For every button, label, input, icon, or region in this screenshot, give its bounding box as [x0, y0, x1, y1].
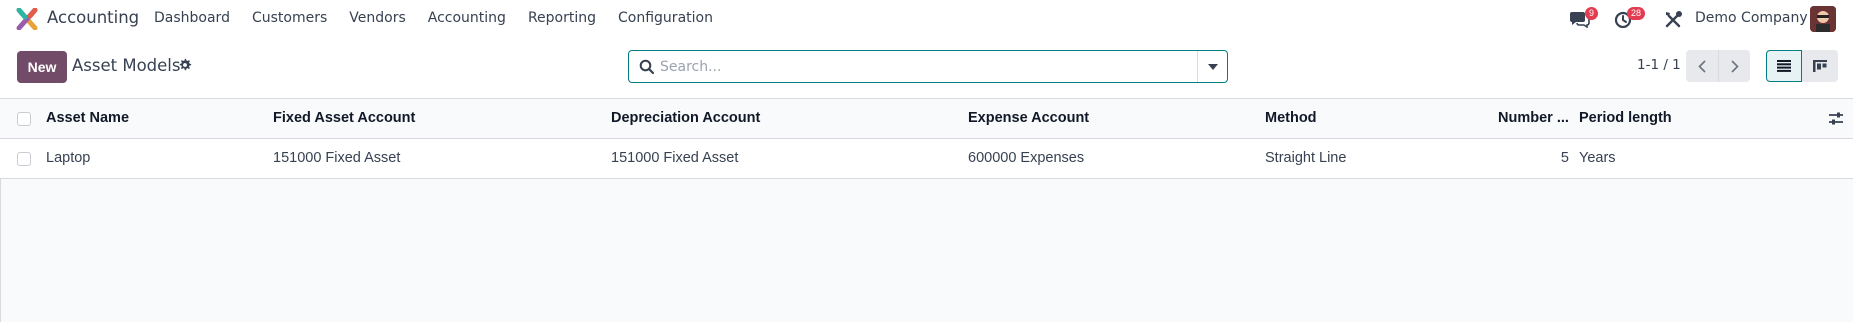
app-name[interactable]: Accounting [47, 8, 139, 27]
page-title: Asset Models [72, 56, 181, 75]
list-view-button[interactable] [1766, 50, 1802, 82]
menu-item-reporting[interactable]: Reporting [528, 10, 596, 26]
chevron-left-icon [1698, 59, 1706, 73]
pager-next-button[interactable] [1718, 50, 1750, 82]
menu-item-dashboard[interactable]: Dashboard [154, 10, 230, 26]
menu-item-customers[interactable]: Customers [252, 10, 327, 26]
cell-expense-account: 600000 Expenses [968, 150, 1085, 166]
column-header-asset-name[interactable]: Asset Name [46, 110, 129, 126]
search-input[interactable] [660, 55, 1180, 79]
main-menu: Dashboard Customers Vendors Accounting R… [154, 10, 735, 26]
search-options-toggle[interactable] [1197, 51, 1227, 82]
search-bar [628, 50, 1228, 83]
kanban-view-button[interactable] [1802, 50, 1838, 82]
new-button[interactable]: New [17, 51, 67, 83]
pager-previous-button[interactable] [1686, 50, 1718, 82]
kanban-view-icon [1813, 60, 1827, 72]
menu-item-configuration[interactable]: Configuration [618, 10, 713, 26]
row-checkbox[interactable] [17, 152, 31, 166]
cell-number: 5 [1560, 150, 1569, 166]
activities-badge: 28 [1627, 7, 1646, 20]
column-header-period-length[interactable]: Period length [1579, 110, 1672, 126]
messages-badge: 9 [1585, 7, 1599, 20]
column-header-depreciation-account[interactable]: Depreciation Account [611, 110, 760, 126]
gear-icon[interactable] [178, 58, 192, 72]
company-switcher[interactable]: Demo Company [1695, 10, 1808, 26]
control-panel: New Asset Models 1-1 / 1 [0, 38, 1853, 99]
top-navbar: Accounting Dashboard Customers Vendors A… [0, 0, 1853, 38]
table-row[interactable]: Laptop 151000 Fixed Asset 151000 Fixed A… [0, 139, 1853, 179]
list-view-icon [1777, 60, 1791, 72]
column-header-method[interactable]: Method [1265, 110, 1317, 126]
cell-asset-name: Laptop [46, 150, 91, 166]
optional-columns-icon[interactable] [1828, 111, 1844, 127]
column-header-expense-account[interactable]: Expense Account [968, 110, 1089, 126]
cell-fixed-asset-account: 151000 Fixed Asset [273, 150, 401, 166]
column-header-fixed-asset-account[interactable]: Fixed Asset Account [273, 110, 415, 126]
column-header-number[interactable]: Number ... [1498, 110, 1570, 126]
cell-method: Straight Line [1265, 150, 1347, 166]
app-logo-icon[interactable] [16, 8, 38, 30]
chevron-right-icon [1730, 59, 1739, 73]
cell-depreciation-account: 151000 Fixed Asset [611, 150, 739, 166]
cell-period-length: Years [1579, 150, 1616, 166]
search-icon [639, 59, 655, 75]
pager-value[interactable]: 1-1 / 1 [1637, 57, 1681, 73]
asset-models-table: Asset Name Fixed Asset Account Depreciat… [0, 99, 1853, 179]
table-header: Asset Name Fixed Asset Account Depreciat… [0, 99, 1853, 139]
menu-item-accounting[interactable]: Accounting [428, 10, 506, 26]
user-avatar[interactable] [1810, 6, 1836, 32]
menu-item-vendors[interactable]: Vendors [349, 10, 405, 26]
select-all-checkbox[interactable] [17, 112, 31, 126]
caret-down-icon [1207, 63, 1218, 70]
tools-icon[interactable] [1664, 10, 1684, 28]
